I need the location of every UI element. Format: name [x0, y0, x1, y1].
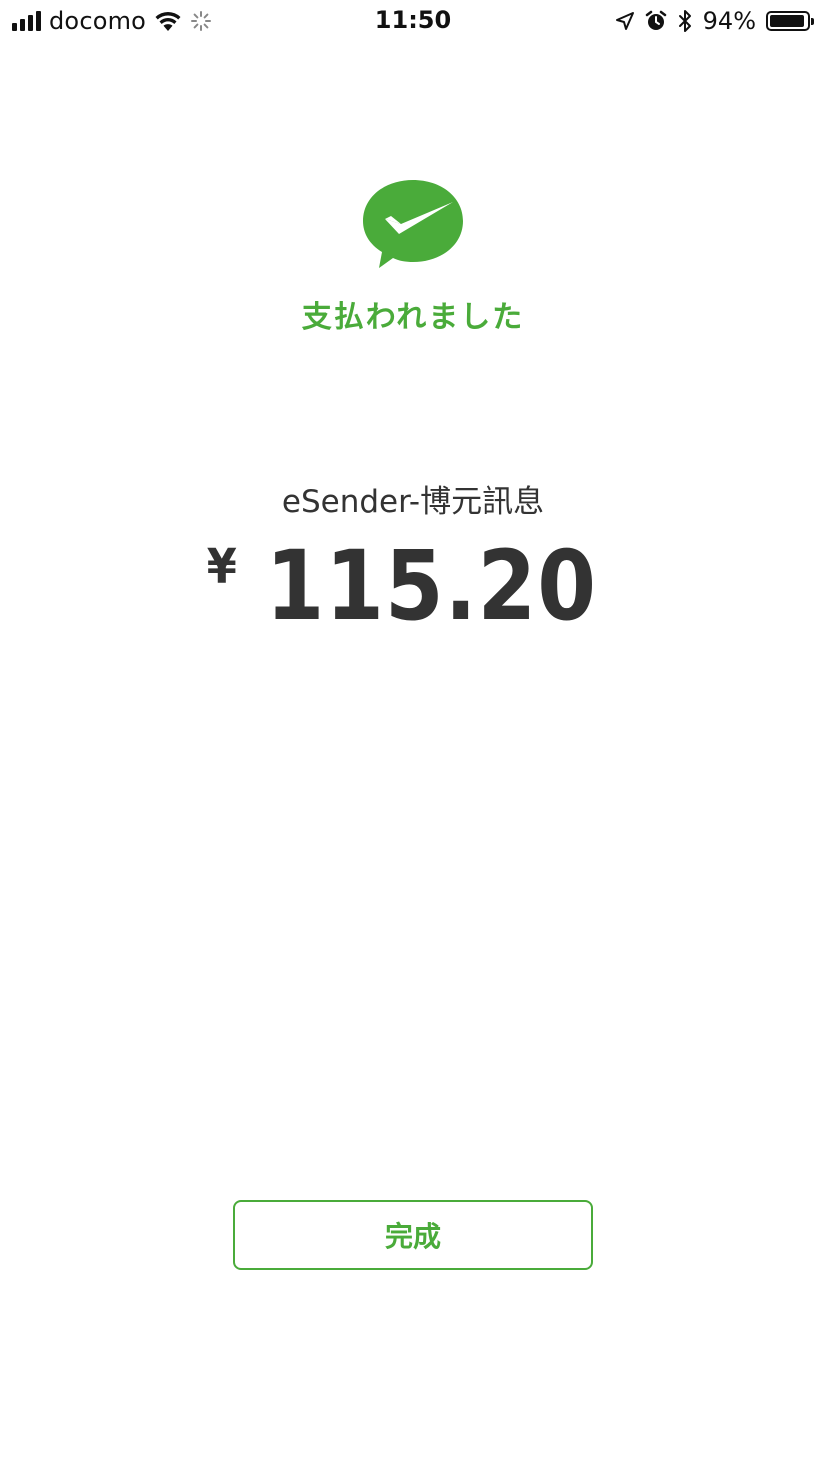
payment-status-text: 支払われました — [301, 300, 525, 335]
wechat-pay-check-bubble-icon — [363, 180, 463, 268]
bluetooth-icon — [678, 10, 691, 32]
merchant-name: eSender-博元訊息 — [281, 484, 545, 520]
battery-percent: 94% — [702, 7, 756, 35]
battery-fill — [770, 15, 804, 27]
battery-cap — [811, 18, 814, 25]
currency-symbol: ¥ — [206, 539, 237, 595]
amount-value: 115.20 — [265, 530, 597, 642]
battery-icon — [766, 11, 814, 31]
status-bar: docomo 11:50 94% — [0, 0, 826, 42]
done-button[interactable]: 完成 — [233, 1200, 593, 1270]
location-arrow-icon — [615, 12, 634, 30]
payment-amount: ¥115.20 — [0, 530, 826, 642]
status-bar-right: 94% — [615, 6, 816, 36]
alarm-icon — [645, 10, 666, 30]
